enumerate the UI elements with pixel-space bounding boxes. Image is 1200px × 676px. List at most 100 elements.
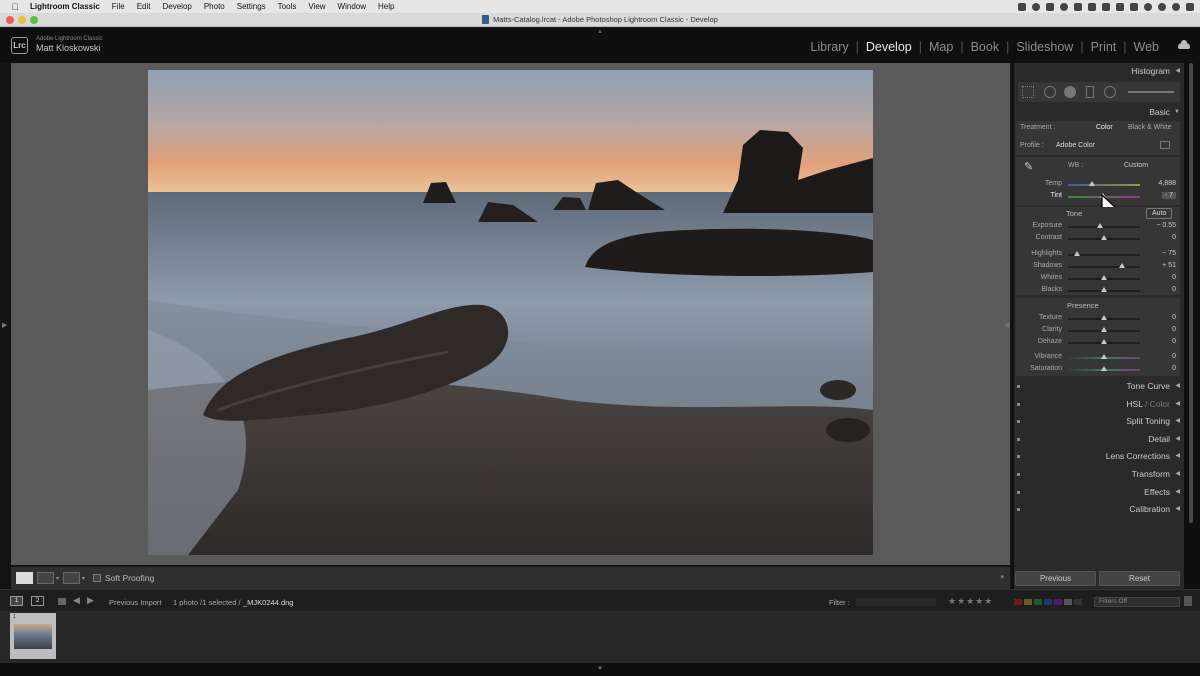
temp-value[interactable]: 4,888	[1158, 180, 1176, 187]
tone-slider-value[interactable]: + 51	[1162, 262, 1176, 269]
blue-label-swatch[interactable]	[1044, 599, 1052, 605]
menu-edit[interactable]: Edit	[137, 2, 151, 11]
panel-expand-icon[interactable]: ◀	[1175, 466, 1180, 482]
location-icon[interactable]	[1018, 2, 1026, 11]
photo-viewer[interactable]	[11, 63, 1010, 565]
radial-filter-tool-icon[interactable]	[1104, 86, 1116, 98]
panel-toggle-icon[interactable]	[1017, 385, 1020, 388]
profile-browser-grid-icon[interactable]	[1160, 141, 1170, 149]
auto-tone-button[interactable]: Auto	[1146, 208, 1173, 219]
panel-expand-icon[interactable]: ◀	[1175, 396, 1180, 412]
cloud-sync-icon[interactable]	[1178, 40, 1190, 49]
loupe-view-button[interactable]	[16, 572, 33, 584]
toolbar-menu-icon[interactable]: ▾	[1000, 573, 1004, 581]
zoom-window-button[interactable]	[30, 16, 38, 24]
tone-slider-value[interactable]: − 75	[1162, 250, 1176, 257]
presence-slider-thumb[interactable]	[1101, 354, 1107, 359]
panel-toggle-icon[interactable]	[1017, 420, 1020, 424]
no-label-swatch[interactable]	[1074, 599, 1082, 605]
presence-slider-thumb[interactable]	[1101, 315, 1107, 320]
panel-expand-icon[interactable]: ◀	[1175, 448, 1180, 464]
adjustment-brush-tool-icon[interactable]	[1128, 91, 1174, 93]
monitor-icon[interactable]	[1102, 2, 1110, 11]
wifi-icon[interactable]	[1144, 2, 1152, 11]
menu-tools[interactable]: Tools	[278, 2, 297, 11]
module-slideshow[interactable]: Slideshow	[1009, 40, 1080, 54]
flag-filter-icons[interactable]	[856, 598, 936, 606]
panel-expand-icon[interactable]: ◀	[1175, 378, 1180, 394]
profile-dropdown[interactable]: Adobe Color	[1056, 142, 1095, 149]
presence-slider-value[interactable]: 0	[1172, 365, 1176, 372]
yy-view-button[interactable]	[63, 572, 81, 584]
before-after-button[interactable]	[37, 572, 54, 584]
filmstrip-thumbnail[interactable]: 1	[10, 613, 56, 659]
panel-header-transform[interactable]: Transform ◀	[1014, 466, 1184, 482]
treatment-color-option[interactable]: Color	[1096, 124, 1113, 131]
presence-slider-thumb[interactable]	[1101, 327, 1107, 332]
battery-icon[interactable]	[1130, 2, 1138, 11]
apple-icon[interactable]: 	[10, 2, 20, 12]
collapse-bottom-arrow-icon[interactable]: ▼	[597, 666, 603, 672]
presence-slider-value[interactable]: 0	[1172, 314, 1176, 321]
soft-proofing-checkbox[interactable]	[93, 574, 102, 582]
tone-slider-value[interactable]: 0	[1172, 234, 1176, 241]
list-icon[interactable]	[1186, 2, 1194, 11]
temp-slider-thumb[interactable]	[1089, 181, 1095, 186]
tone-slider-thumb[interactable]	[1101, 287, 1107, 292]
primary-monitor-button[interactable]: 1	[10, 596, 23, 606]
panel-expand-icon[interactable]: ◀	[1175, 413, 1180, 429]
menu-photo[interactable]: Photo	[204, 2, 225, 11]
left-panel-arrow-icon[interactable]: ▶	[2, 321, 7, 329]
menu-window[interactable]: Window	[338, 2, 366, 11]
tone-slider-value[interactable]: 0	[1172, 274, 1176, 281]
menu-settings[interactable]: Settings	[237, 2, 266, 11]
record-icon[interactable]	[1046, 2, 1054, 11]
dropbox-icon[interactable]	[1060, 2, 1068, 11]
collapse-top-arrow-icon[interactable]: ▲	[597, 29, 603, 35]
filter-lock-icon[interactable]	[1184, 596, 1192, 606]
tint-value[interactable]: - 7	[1161, 192, 1176, 199]
back-arrow-icon[interactable]: ◀	[73, 595, 80, 606]
basic-panel-header[interactable]: Basic ▼	[1014, 104, 1184, 120]
menu-app[interactable]: Lightroom Classic	[30, 2, 100, 11]
histogram-panel-header[interactable]: Histogram ◀	[1014, 63, 1184, 79]
histogram-collapse-icon[interactable]: ◀	[1175, 63, 1180, 79]
module-library[interactable]: Library	[803, 40, 855, 54]
rating-filter-stars[interactable]: ★★★★★	[948, 596, 993, 607]
treatment-bw-option[interactable]: Black & White	[1128, 124, 1172, 131]
source-label[interactable]: Previous Import	[109, 598, 162, 607]
hsl-color-suffix[interactable]: / Color	[1145, 399, 1170, 409]
module-web[interactable]: Web	[1127, 40, 1166, 54]
search-icon[interactable]	[1172, 2, 1180, 11]
tone-slider-track[interactable]	[1068, 226, 1140, 228]
custom-label-swatch[interactable]	[1064, 599, 1072, 605]
tone-slider-thumb[interactable]	[1097, 223, 1103, 228]
panel-toggle-icon[interactable]	[1017, 402, 1020, 406]
tone-slider-thumb[interactable]	[1119, 263, 1125, 268]
panel-expand-icon[interactable]: ◀	[1175, 431, 1180, 447]
right-panel-scroll-thumb[interactable]	[1189, 63, 1193, 523]
module-map[interactable]: Map	[922, 40, 960, 54]
presence-slider-value[interactable]: 0	[1172, 326, 1176, 333]
user-icon[interactable]	[1158, 2, 1166, 11]
panel-header-split-toning[interactable]: Split Toning ◀	[1014, 413, 1184, 429]
minimize-window-button[interactable]	[18, 16, 26, 24]
tone-slider-track[interactable]	[1068, 266, 1140, 268]
menu-help[interactable]: Help	[378, 2, 394, 11]
previous-button[interactable]: Previous	[1015, 571, 1096, 586]
tone-slider-thumb[interactable]	[1101, 235, 1107, 240]
tone-slider-value[interactable]: − 0.55	[1156, 222, 1176, 229]
panel-header-tone-curve[interactable]: Tone Curve ◀	[1014, 378, 1184, 394]
purple-label-swatch[interactable]	[1054, 599, 1062, 605]
panel-toggle-icon[interactable]	[1017, 490, 1020, 494]
crop-tool-icon[interactable]	[1022, 86, 1034, 98]
forward-arrow-icon[interactable]: ▶	[87, 595, 94, 606]
screen-icon[interactable]	[1088, 2, 1096, 11]
menu-file[interactable]: File	[112, 2, 125, 11]
wb-dropdown[interactable]: Custom	[1124, 162, 1148, 169]
module-print[interactable]: Print	[1084, 40, 1124, 54]
right-panel-scrollbar[interactable]	[1187, 63, 1195, 523]
graduated-filter-tool-icon[interactable]	[1086, 86, 1094, 98]
tone-slider-thumb[interactable]	[1074, 251, 1080, 256]
panel-toggle-icon[interactable]	[1017, 437, 1020, 441]
